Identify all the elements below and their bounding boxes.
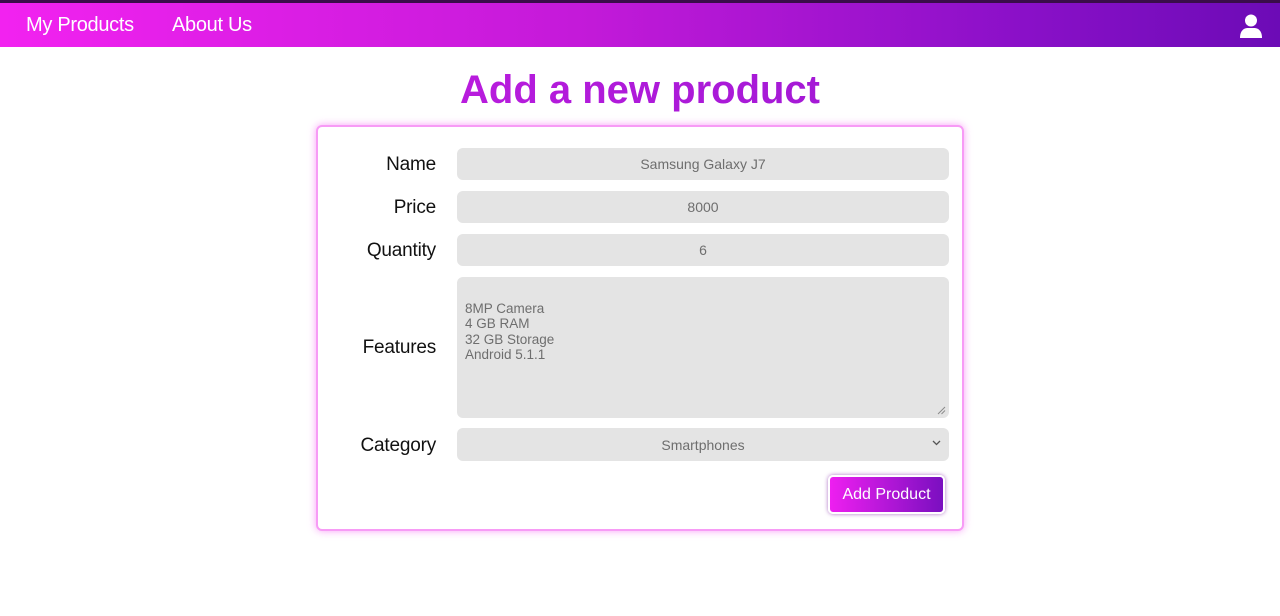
category-selected-value: Smartphones — [661, 436, 745, 453]
features-textarea[interactable]: 8MP Camera 4 GB RAM 32 GB Storage Androi… — [457, 277, 949, 418]
price-label: Price — [393, 197, 436, 218]
user-account-button[interactable] — [1240, 14, 1262, 39]
name-input[interactable]: Samsung Galaxy J7 — [457, 148, 949, 180]
name-label: Name — [386, 154, 436, 175]
features-label: Features — [362, 337, 437, 358]
nav-about-us-link[interactable]: About Us — [172, 14, 252, 37]
price-input[interactable]: 8000 — [457, 191, 949, 223]
category-select[interactable]: Smartphones — [457, 428, 949, 461]
add-product-form: Name Samsung Galaxy J7 Price 8000 Quanti… — [316, 125, 964, 531]
user-icon — [1240, 14, 1262, 38]
add-product-button[interactable]: Add Product — [828, 475, 945, 514]
page-title: Add a new product — [0, 68, 1280, 113]
quantity-label: Quantity — [366, 240, 436, 261]
quantity-input[interactable]: 6 — [457, 234, 949, 266]
resize-grip-icon[interactable] — [937, 406, 946, 415]
features-text: 8MP Camera 4 GB RAM 32 GB Storage Androi… — [465, 300, 555, 363]
top-navbar: My Products About Us — [0, 0, 1280, 47]
chevron-down-icon — [932, 440, 941, 446]
category-label: Category — [360, 435, 437, 456]
nav-my-products-link[interactable]: My Products — [26, 14, 134, 37]
